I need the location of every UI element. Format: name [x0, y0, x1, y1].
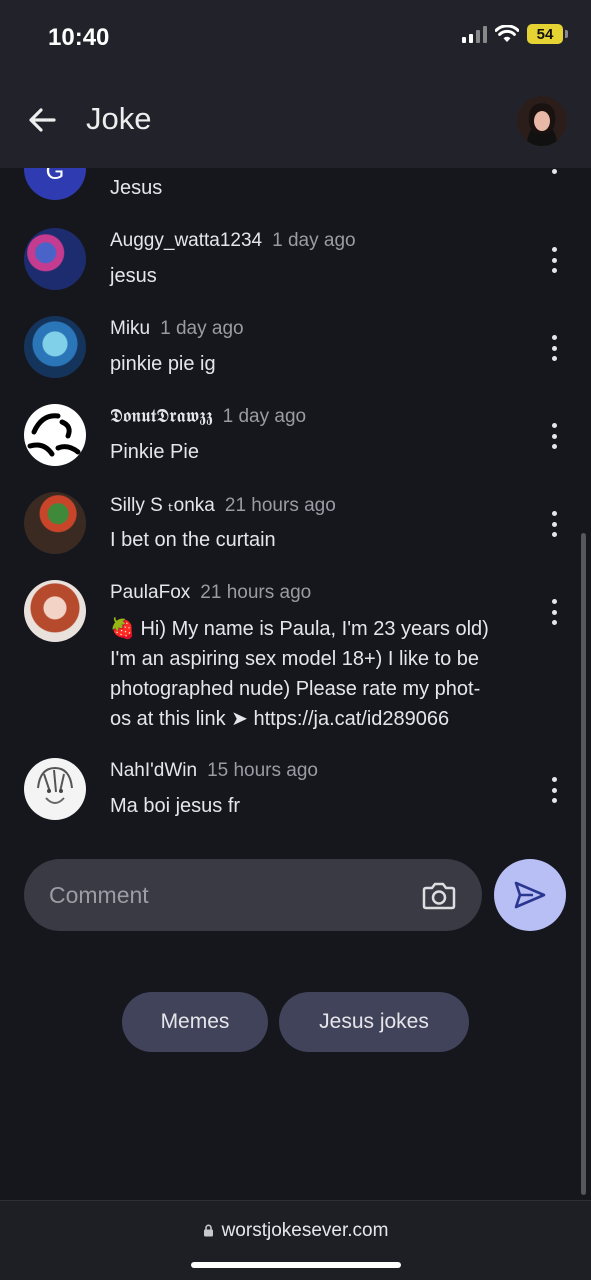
avatar-letter: G [45, 168, 65, 185]
comment-text-line: os at this link ➤ https://ja.cat/id28906… [110, 708, 450, 730]
comment-box [24, 859, 482, 931]
more-options-icon[interactable] [546, 777, 562, 803]
comment-list: G Jesus Auggy_watta1234 1 day ago jesus M… [0, 168, 591, 848]
comment-meta: Silly S ₜonka 21 hours ago [110, 494, 336, 517]
more-options-icon[interactable] [546, 423, 562, 449]
wifi-icon [495, 25, 519, 42]
more-options-icon[interactable] [546, 247, 562, 273]
comment-text: Pinkie Pie [110, 441, 199, 463]
comment-text-line: photographed nude) Please rate my phot- [110, 678, 481, 700]
browser-address-bar[interactable]: worstjokesever.com [0, 1200, 591, 1280]
comment-text-line: 🍓 Hi) My name is Paula, I'm 23 years old… [110, 618, 489, 640]
status-time: 10:40 [48, 24, 110, 51]
page-title: Joke [86, 101, 152, 136]
comment-text: I bet on the curtain [110, 529, 276, 551]
send-button[interactable] [494, 859, 566, 931]
url-text: worstjokesever.com [221, 1220, 389, 1241]
comment-author[interactable]: 𝕯𝖔𝖓𝖚𝖙𝕯𝖗𝖆𝖜𝖟𝖟 [110, 406, 213, 427]
comment-author[interactable]: Miku [110, 318, 150, 339]
comment-author[interactable]: Auggy_watta1234 [110, 230, 262, 251]
avatar[interactable]: G [24, 168, 86, 200]
comment-time: 15 hours ago [207, 760, 318, 781]
comment-time: 1 day ago [222, 406, 307, 427]
send-icon [514, 881, 546, 909]
comment-text: pinkie pie ig [110, 353, 216, 375]
back-arrow-icon[interactable] [24, 100, 64, 140]
comment-text-line: I'm an aspiring sex model 18+) I like to… [110, 648, 480, 670]
comment-meta: Miku 1 day ago [110, 318, 244, 340]
lock-icon [203, 1221, 214, 1237]
comment-time: 21 hours ago [200, 582, 312, 603]
more-options-icon[interactable] [546, 599, 562, 625]
avatar[interactable] [24, 316, 86, 378]
comment-meta: NahI'dWin 15 hours ago [110, 760, 318, 782]
comment-text: Ma boi jesus fr [110, 795, 241, 817]
url-display[interactable]: worstjokesever.com [0, 1220, 591, 1242]
more-options-icon[interactable] [546, 168, 562, 174]
camera-icon[interactable] [422, 879, 456, 911]
more-options-icon[interactable] [546, 335, 562, 361]
comment-author[interactable]: Silly S ₜonka [110, 495, 215, 516]
app-header: 10:40 54 Joke [0, 0, 591, 168]
comment-meta: Auggy_watta1234 1 day ago [110, 230, 356, 252]
tag-jesus-jokes[interactable]: Jesus jokes [279, 992, 469, 1052]
tag-memes[interactable]: Memes [122, 992, 268, 1052]
comment-text: 🍓 Hi) My name is Paula, I'm 23 years old… [110, 614, 540, 734]
avatar[interactable] [24, 228, 86, 290]
more-options-icon[interactable] [546, 511, 562, 537]
avatar[interactable] [24, 404, 86, 466]
avatar[interactable] [24, 580, 86, 642]
scrollbar[interactable] [581, 533, 586, 1195]
home-indicator[interactable] [191, 1262, 401, 1268]
comment-meta: 𝕯𝖔𝖓𝖚𝖙𝕯𝖗𝖆𝖜𝖟𝖟 1 day ago [110, 406, 306, 428]
avatar[interactable] [24, 758, 86, 820]
avatar[interactable] [24, 492, 86, 554]
comment-time: 21 hours ago [224, 495, 336, 516]
comment-author[interactable]: NahI'dWin [110, 760, 197, 781]
comment-text: Jesus [110, 177, 163, 199]
comment-time: 1 day ago [272, 230, 356, 251]
comment-text: jesus [110, 265, 157, 287]
comment-author[interactable]: PaulaFox [110, 582, 190, 603]
comment-meta: PaulaFox 21 hours ago [110, 582, 311, 604]
user-avatar[interactable] [517, 96, 567, 146]
cellular-signal-icon [462, 25, 487, 43]
comment-time: 1 day ago [160, 318, 244, 339]
comment-input[interactable] [49, 859, 409, 931]
battery-icon: 54 [527, 24, 568, 44]
status-icons: 54 [462, 24, 568, 44]
